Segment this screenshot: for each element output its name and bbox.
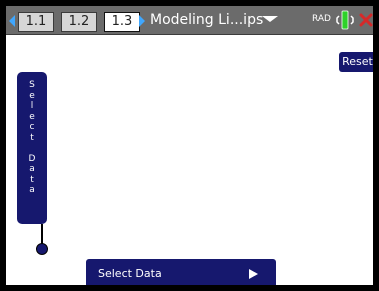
play-arrow-icon[interactable] — [249, 269, 258, 279]
letter: c — [29, 122, 35, 132]
select-data-vertical-button[interactable]: Select Data — [17, 72, 47, 224]
letter: e — [29, 111, 35, 122]
letter: D — [28, 153, 36, 164]
reset-button[interactable]: Reset — [339, 52, 373, 72]
nav-right-arrow-icon[interactable] — [139, 15, 145, 27]
close-icon[interactable] — [358, 10, 374, 30]
slider-handle[interactable] — [36, 243, 48, 255]
letter — [17, 143, 47, 154]
letter: e — [29, 90, 35, 101]
battery-icon — [336, 10, 354, 30]
letter: t — [30, 132, 34, 143]
select-data-bar[interactable]: Select Data — [86, 259, 276, 285]
menu-chevron-icon[interactable] — [262, 16, 278, 22]
tab-1-1[interactable]: 1.1 — [18, 12, 54, 32]
letter: a — [29, 185, 35, 195]
letter: t — [30, 174, 34, 185]
letter: S — [29, 80, 35, 90]
letter: a — [29, 164, 35, 174]
tab-1-2[interactable]: 1.2 — [61, 12, 97, 32]
tab-1-3[interactable]: 1.3 — [104, 12, 140, 32]
document-title: Modeling Li...ips — [150, 12, 264, 28]
angle-mode-indicator: RAD — [312, 14, 331, 24]
nav-left-arrow-icon[interactable] — [9, 15, 15, 27]
select-data-vertical-label: Select Data — [17, 80, 47, 196]
select-data-bar-label: Select Data — [98, 267, 162, 280]
letter: l — [30, 101, 34, 111]
calculator-screen: 1.1 1.2 1.3 Modeling Li...ips RAD Reset … — [0, 0, 379, 291]
top-bar: 1.1 1.2 1.3 Modeling Li...ips RAD — [6, 6, 373, 35]
